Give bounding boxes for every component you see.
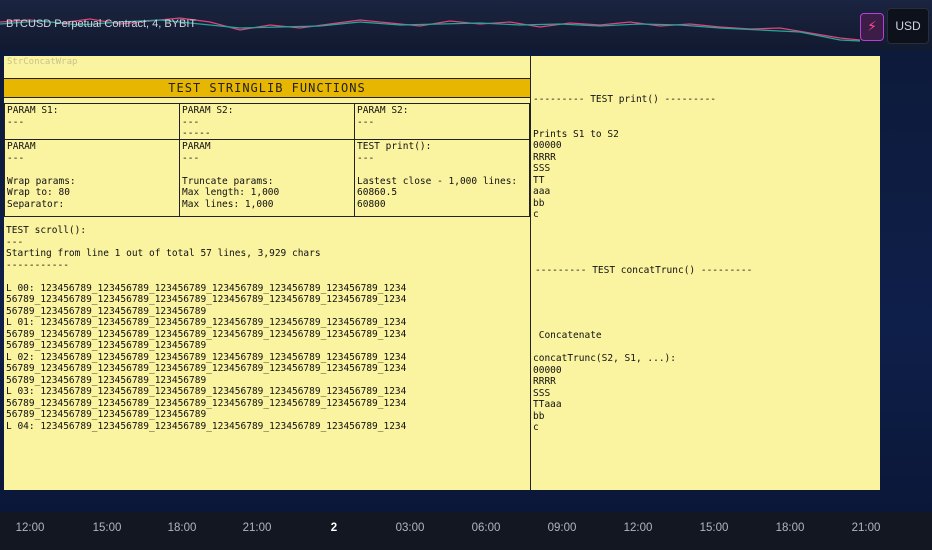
param-s1-cell: PARAM S1: ---: [4, 103, 180, 140]
alert-bolt-icon[interactable]: ⚡: [860, 13, 884, 41]
time-axis: 12:00 15:00 18:00 21:00 2 03:00 06:00 09…: [0, 512, 932, 550]
time-tick: 15:00: [92, 522, 122, 534]
wrap-params-cell: PARAM --- Wrap params: Wrap to: 80 Separ…: [4, 139, 180, 217]
time-tick: 18:00: [167, 522, 197, 534]
indicator-title: StrConcatWrap: [7, 57, 78, 67]
concat-output: Concatenate concatTrunc(S2, S1, ...): 00…: [533, 330, 676, 433]
print-output: --------- TEST print() --------- Prints …: [533, 94, 717, 220]
time-tick: 03:00: [395, 522, 425, 534]
time-tick: 06:00: [471, 522, 501, 534]
time-tick: 09:00: [547, 522, 577, 534]
test-print-cell: TEST print(): --- Lastest close - 1,000 …: [354, 139, 530, 217]
output-panel: --------- TEST print() --------- Prints …: [531, 56, 880, 490]
time-tick: 12:00: [623, 522, 653, 534]
time-tick: 21:00: [242, 522, 272, 534]
time-tick: 21:00: [851, 522, 881, 534]
date-tick: 2: [330, 522, 338, 534]
truncate-params-cell: PARAM --- Truncate params: Max length: 1…: [179, 139, 355, 217]
time-tick: 12:00: [15, 522, 45, 534]
param-s2b-cell: PARAM S2: ---: [354, 103, 530, 140]
stringlib-table: StrConcatWrap TEST STRINGLIB FUNCTIONS P…: [4, 56, 531, 490]
chart-topbar: BTCUSD Perpetual Contract, 4, BYBIT ⚡ US…: [0, 0, 932, 50]
time-tick: 15:00: [699, 522, 729, 534]
param-s2-cell: PARAM S2: --- -----: [179, 103, 355, 140]
concat-heading: --------- TEST concatTrunc() ---------: [535, 265, 753, 276]
time-tick: 18:00: [775, 522, 805, 534]
test-scroll-cell: TEST scroll(): --- Starting from line 1 …: [6, 225, 407, 432]
symbol-title[interactable]: BTCUSD Perpetual Contract, 4, BYBIT: [6, 18, 196, 30]
currency-button[interactable]: USD: [887, 8, 929, 44]
table-header: TEST STRINGLIB FUNCTIONS: [4, 78, 530, 98]
